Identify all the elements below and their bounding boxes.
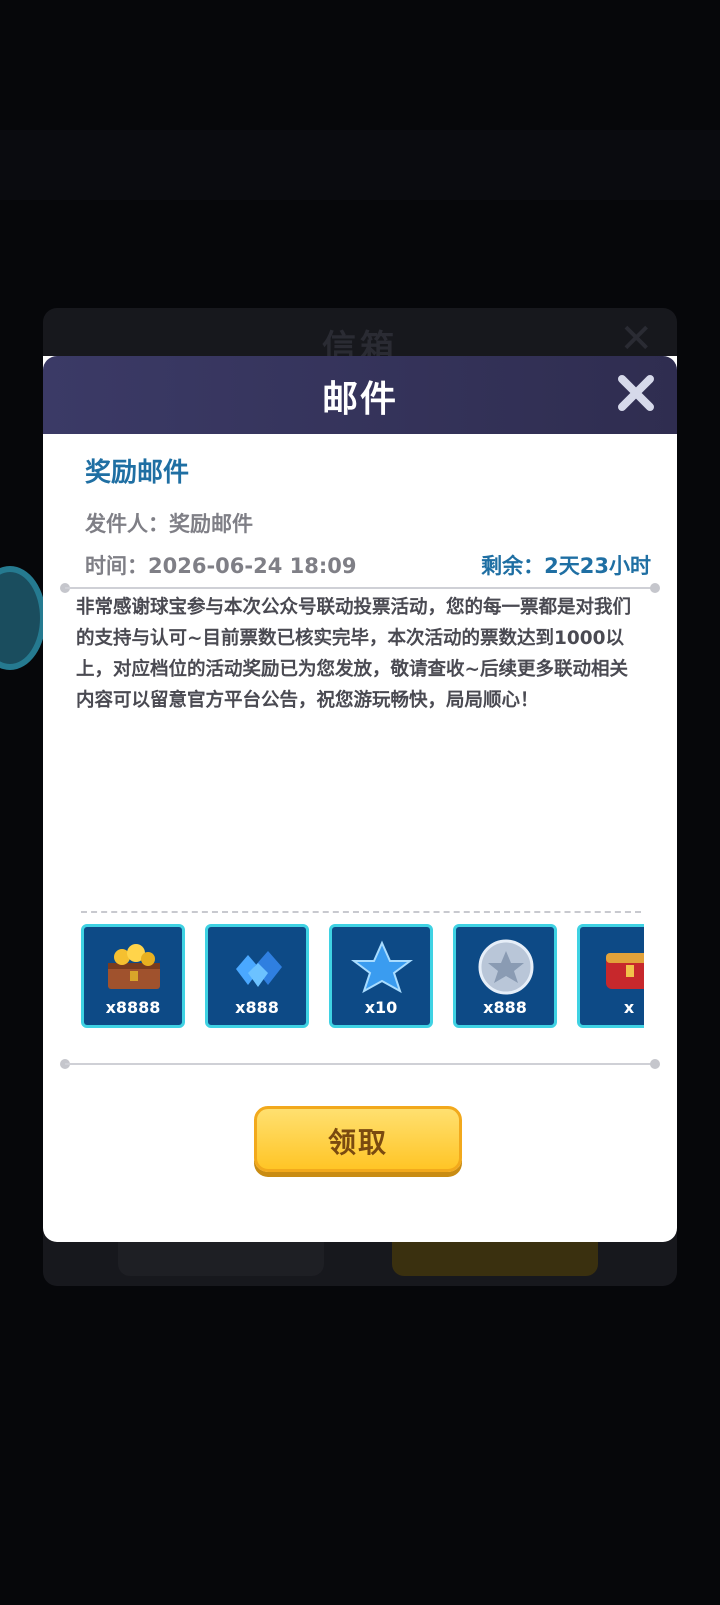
reward-qty: x888 bbox=[235, 998, 279, 1017]
blue-gems-icon bbox=[236, 951, 282, 987]
reward-qty: x888 bbox=[483, 998, 527, 1017]
reward-item[interactable]: x888 bbox=[205, 924, 309, 1028]
blue-star-icon bbox=[351, 940, 413, 994]
mail-body: 非常感谢球宝参与本次公众号联动投票活动，您的每一票都是对我们的支持与认可~目前票… bbox=[76, 597, 632, 711]
divider-dot-right bbox=[650, 583, 660, 593]
treasure-chest-gold-icon bbox=[108, 944, 160, 989]
mail-time: 时间：2026-06-24 18:09 bbox=[85, 554, 357, 578]
silver-star-coin-icon bbox=[478, 939, 534, 995]
reward-item[interactable]: x888 bbox=[453, 924, 557, 1028]
claim-button[interactable]: 领取 bbox=[254, 1106, 462, 1172]
modal-header: 邮件 bbox=[43, 356, 677, 434]
modal-title: 邮件 bbox=[321, 379, 398, 420]
top-divider bbox=[65, 587, 657, 589]
reward-qty: x bbox=[623, 998, 635, 1017]
mail-remaining-time: 剩余：2天23小时 bbox=[481, 554, 651, 578]
close-icon[interactable] bbox=[615, 372, 657, 414]
mail-modal: 邮件 奖励邮件 发件人：奖励邮件 时间：2026-06-24 18:09 剩余：… bbox=[43, 356, 677, 1242]
mail-subject: 奖励邮件 bbox=[85, 458, 190, 488]
reward-list[interactable]: x8888 x888 x10 x888 x bbox=[81, 924, 644, 1034]
background-header bbox=[0, 130, 720, 200]
bottom-divider bbox=[65, 1063, 657, 1065]
dashed-divider bbox=[81, 911, 641, 913]
claim-button-label: 领取 bbox=[327, 1126, 388, 1159]
red-chest-icon bbox=[606, 953, 644, 989]
mail-sender: 发件人：奖励邮件 bbox=[85, 512, 253, 536]
reward-qty: x8888 bbox=[105, 998, 161, 1017]
reward-item[interactable]: x10 bbox=[329, 924, 433, 1028]
reward-qty: x10 bbox=[364, 998, 398, 1017]
divider-dot-right bbox=[650, 1059, 660, 1069]
reward-item[interactable]: x8888 bbox=[81, 924, 185, 1028]
reward-item[interactable]: x bbox=[577, 924, 644, 1028]
